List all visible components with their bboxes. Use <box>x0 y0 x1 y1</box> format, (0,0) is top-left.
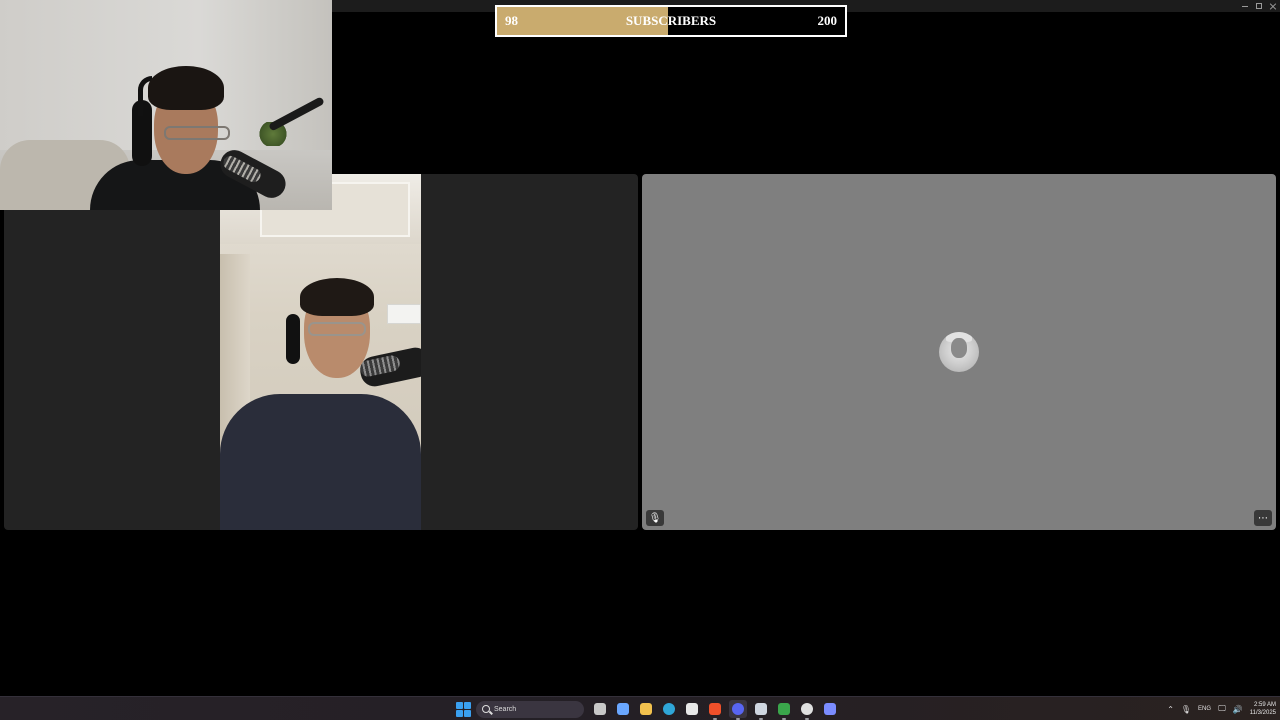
headset-icon <box>286 314 300 364</box>
mic-off-icon[interactable]: 🎙 <box>646 510 664 526</box>
language-indicator[interactable]: ENG <box>1198 706 1211 712</box>
subscriber-target-count: 200 <box>817 13 838 28</box>
chrome-icon[interactable] <box>798 700 816 720</box>
avatar-face <box>951 338 967 358</box>
app-icon[interactable] <box>821 700 839 718</box>
taskbar-apps <box>591 700 839 720</box>
edge-icon[interactable] <box>660 700 678 718</box>
participant-hair <box>300 278 374 316</box>
taskbar-center: Search <box>455 697 839 720</box>
more-options-icon[interactable]: ⋯ <box>1254 510 1272 526</box>
window-controls <box>1242 0 1276 12</box>
taskbar: Search ⌃ 🎙 ENG 🖵 🔊 2:59 AM 11/3/2025 <box>0 696 1280 720</box>
copilot-icon[interactable] <box>614 700 632 718</box>
close-icon[interactable] <box>1270 3 1276 9</box>
participant-avatar[interactable] <box>939 332 979 372</box>
discord-icon[interactable] <box>729 700 747 720</box>
network-icon[interactable]: 🖵 <box>1218 704 1226 714</box>
search-placeholder: Search <box>494 705 517 713</box>
participant-tile-video[interactable] <box>4 174 638 530</box>
brave-icon[interactable] <box>706 700 724 720</box>
taskbar-search[interactable]: Search <box>476 700 584 718</box>
minimize-icon[interactable] <box>1242 3 1248 9</box>
start-icon[interactable] <box>455 701 471 717</box>
subscriber-goal-label: SUBSCRIBERS <box>625 13 717 28</box>
participant-camera-feed <box>220 174 421 530</box>
camera-ac-unit <box>387 304 421 324</box>
task-view-icon[interactable] <box>591 700 609 718</box>
search-icon <box>482 705 490 713</box>
clock-time: 2:59 AM <box>1253 702 1276 708</box>
clock-date: 11/3/2025 <box>1249 710 1276 716</box>
participant-tile-avatar[interactable]: 🎙 ⋯ <box>642 174 1276 530</box>
store-icon[interactable] <box>683 700 701 718</box>
show-hidden-icons-icon[interactable]: ⌃ <box>1167 705 1174 714</box>
xbox-icon[interactable] <box>775 700 793 720</box>
clock[interactable]: 2:59 AM 11/3/2025 <box>1250 701 1276 717</box>
microphone-icon[interactable]: 🎙 <box>1181 705 1191 714</box>
glasses <box>308 322 366 336</box>
volume-icon[interactable]: 🔊 <box>1233 705 1243 714</box>
steam-icon[interactable] <box>752 700 770 720</box>
participant-body <box>220 394 421 530</box>
maximize-icon[interactable] <box>1256 3 1262 9</box>
streamer-facecam <box>0 0 332 210</box>
file-explorer-icon[interactable] <box>637 700 655 718</box>
glasses <box>164 126 230 140</box>
system-tray: ⌃ 🎙 ENG 🖵 🔊 2:59 AM 11/3/2025 <box>1167 697 1276 720</box>
subscriber-goal-bar: 98 SUBSCRIBERS 200 <box>495 5 847 37</box>
streamer-hair <box>148 66 224 110</box>
